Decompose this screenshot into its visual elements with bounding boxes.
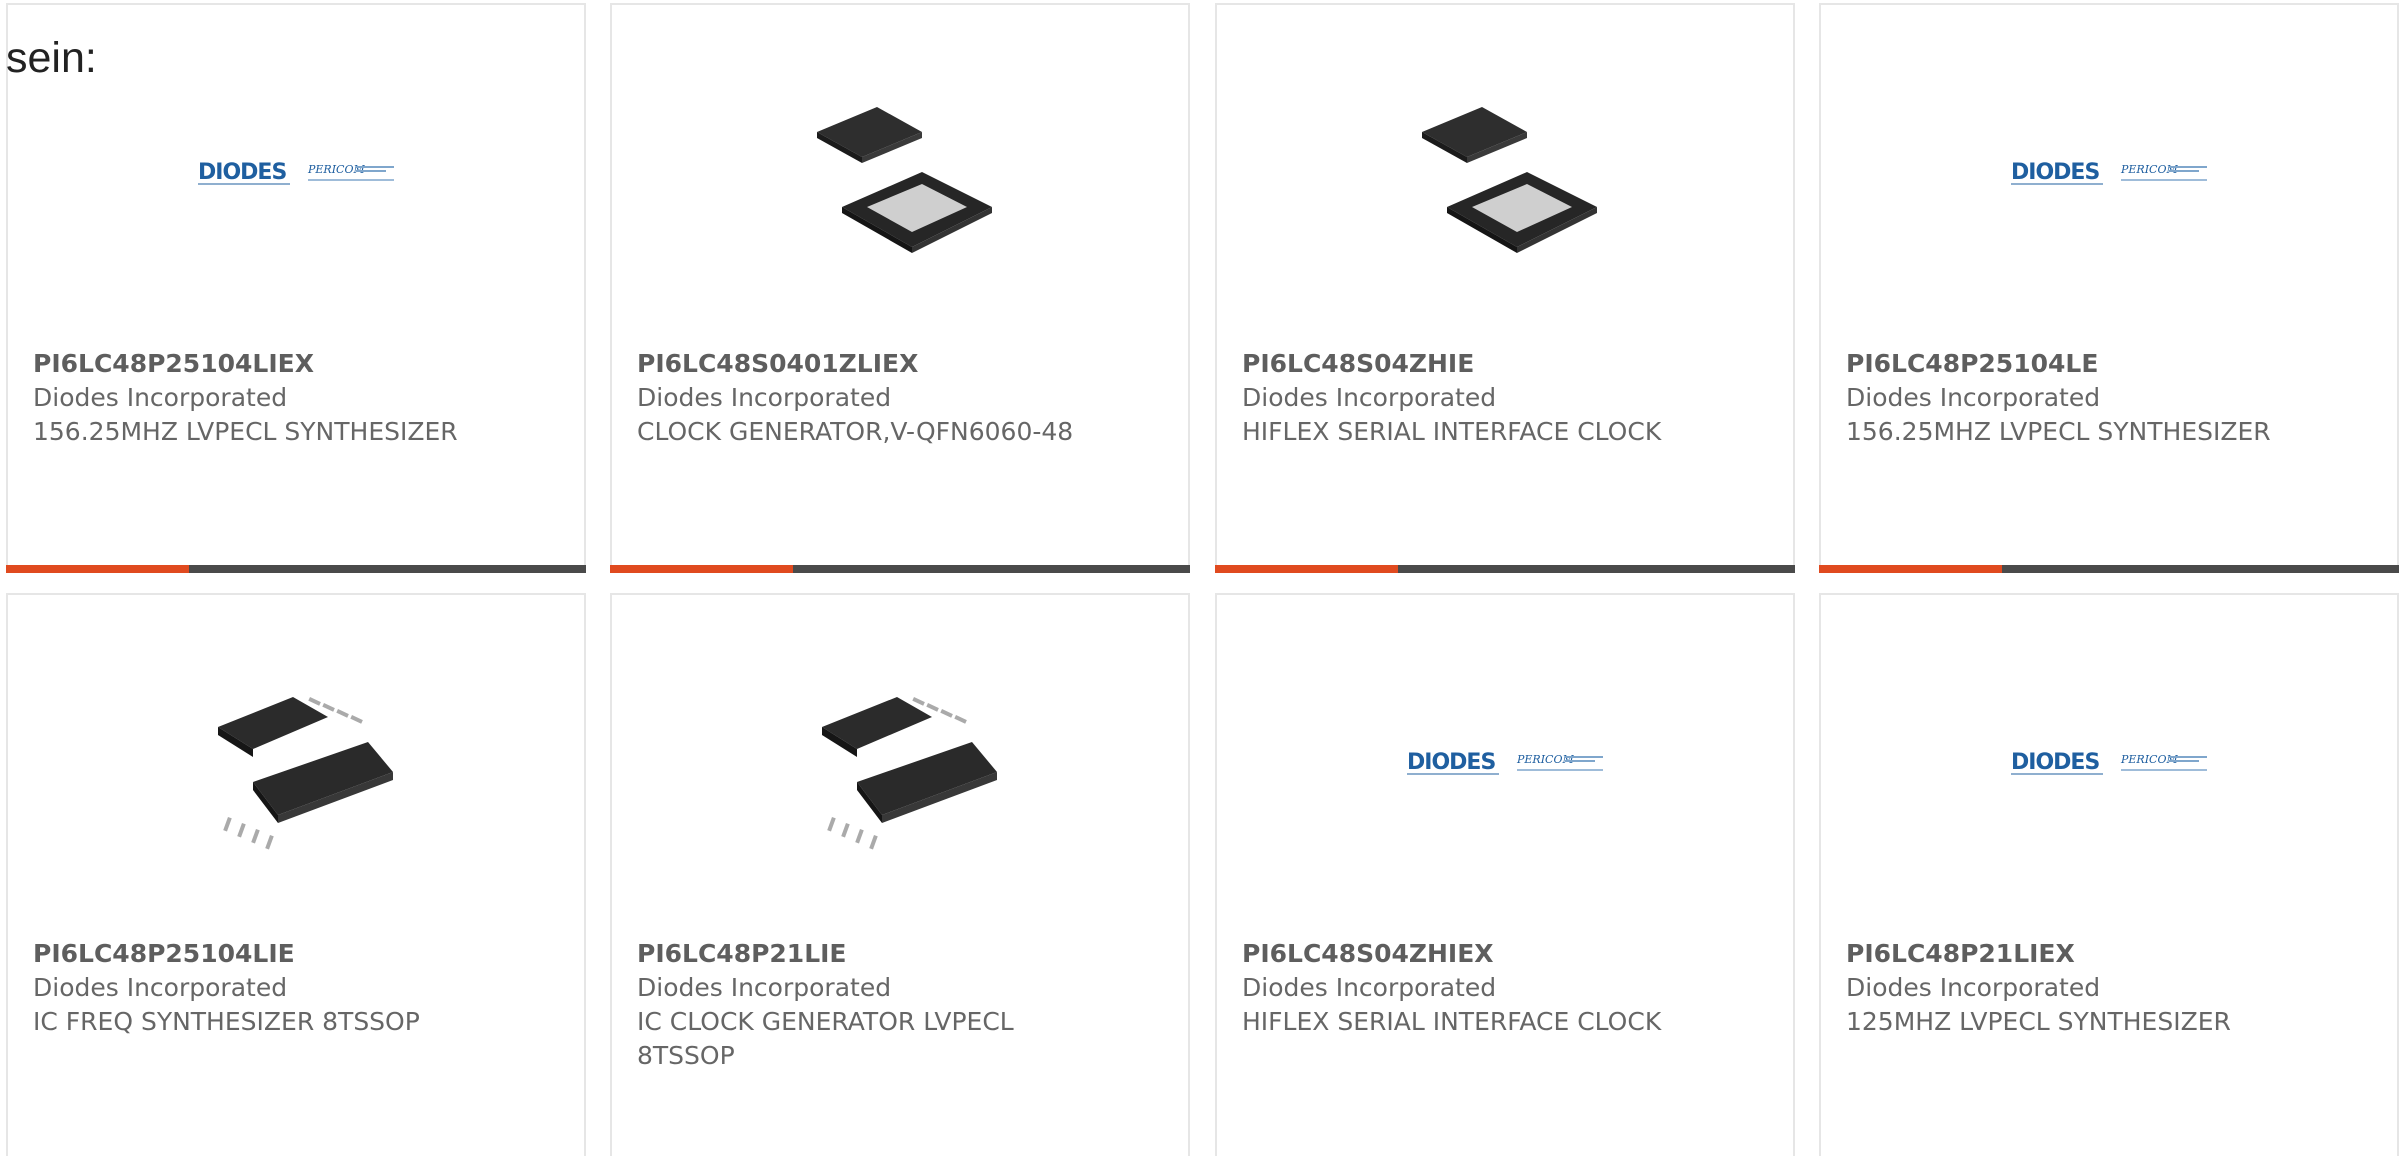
product-image[interactable] xyxy=(198,667,398,867)
manufacturer-name: Diodes Incorporated xyxy=(1242,973,1497,1002)
product-card[interactable]: DIODES PERICOM PI6LC48P25104LE Diodes Inc… xyxy=(1819,3,2399,573)
card-footer-accent xyxy=(610,565,793,573)
product-image[interactable] xyxy=(1407,77,1607,277)
card-footer-accent xyxy=(6,565,189,573)
intro-text: sein: xyxy=(6,34,97,82)
svg-text:PERICOM: PERICOM xyxy=(1516,753,1574,766)
svg-text:PERICOM: PERICOM xyxy=(2120,163,2178,176)
product-card[interactable]: DIODES PERICOM PI6LC48P21LIEX Diodes Inco… xyxy=(1819,593,2399,1156)
card-footer-accent xyxy=(1215,565,1398,573)
manufacturer-name: Diodes Incorporated xyxy=(1846,973,2101,1002)
part-number[interactable]: PI6LC48S0401ZLIEX xyxy=(637,347,1077,381)
manufacturer-logo[interactable]: DIODES PERICOM xyxy=(2011,77,2211,277)
manufacturer-name: Diodes Incorporated xyxy=(1242,383,1497,412)
card-footer-accent xyxy=(1819,565,2002,573)
product-info: PI6LC48S04ZHIEX Diodes Incorporated HIFLEX… xyxy=(1242,937,1682,1039)
product-description: 125MHZ LVPECL SYNTHESIZER xyxy=(1846,1007,2231,1036)
product-description: 156.25MHZ LVPECL SYNTHESIZER xyxy=(1846,417,2271,446)
card-footer-bar xyxy=(610,565,1190,573)
svg-text:DIODES: DIODES xyxy=(2011,750,2099,775)
manufacturer-name: Diodes Incorporated xyxy=(33,383,288,412)
product-description: 156.25MHZ LVPECL SYNTHESIZER xyxy=(33,417,458,446)
product-info: PI6LC48P21LIEX Diodes Incorporated 125MHZ … xyxy=(1846,937,2286,1039)
product-card[interactable]: PI6LC48S0401ZLIEX Diodes Incorporated CLOC… xyxy=(610,3,1190,573)
manufacturer-name: Diodes Incorporated xyxy=(33,973,288,1002)
manufacturer-logo[interactable]: DIODES PERICOM xyxy=(2011,667,2211,867)
product-image[interactable] xyxy=(802,667,1002,867)
product-description: IC CLOCK GENERATOR LVPECL 8TSSOP xyxy=(637,1007,1014,1070)
svg-text:PERICOM: PERICOM xyxy=(307,163,365,176)
product-description: HIFLEX SERIAL INTERFACE CLOCK xyxy=(1242,1007,1662,1036)
part-number[interactable]: PI6LC48P25104LE xyxy=(1846,347,2286,381)
card-footer-bar xyxy=(1215,565,1795,573)
svg-text:DIODES: DIODES xyxy=(198,160,286,185)
svg-text:DIODES: DIODES xyxy=(1407,750,1495,775)
manufacturer-logo[interactable]: DIODES PERICOM xyxy=(1407,667,1607,867)
product-card[interactable]: PI6LC48P25104LIE Diodes Incorporated IC FR… xyxy=(6,593,586,1156)
product-info: PI6LC48P25104LIEX Diodes Incorporated 156.… xyxy=(33,347,473,449)
manufacturer-name: Diodes Incorporated xyxy=(1846,383,2101,412)
card-footer-bar xyxy=(1819,565,2399,573)
product-card[interactable]: PI6LC48S04ZHIE Diodes Incorporated HIFLEX … xyxy=(1215,3,1795,573)
part-number[interactable]: PI6LC48P25104LIEX xyxy=(33,347,473,381)
part-number[interactable]: PI6LC48P25104LIE xyxy=(33,937,473,971)
product-info: PI6LC48P25104LIE Diodes Incorporated IC FR… xyxy=(33,937,473,1039)
manufacturer-name: Diodes Incorporated xyxy=(637,973,892,1002)
product-card[interactable]: PI6LC48P21LIE Diodes Incorporated IC CLOCK… xyxy=(610,593,1190,1156)
part-number[interactable]: PI6LC48P21LIE xyxy=(637,937,1077,971)
product-description: IC FREQ SYNTHESIZER 8TSSOP xyxy=(33,1007,420,1036)
svg-text:PERICOM: PERICOM xyxy=(2120,753,2178,766)
product-card[interactable]: DIODES PERICOM PI6LC48P25104LIEX Diodes I… xyxy=(6,3,586,573)
product-info: PI6LC48P25104LE Diodes Incorporated 156.25… xyxy=(1846,347,2286,449)
product-grid-page: sein: DIODES PERICOM PI6LC48P25104LIEX Di… xyxy=(0,0,2400,1156)
product-card[interactable]: DIODES PERICOM PI6LC48S04ZHIEX Diodes Inc… xyxy=(1215,593,1795,1156)
product-info: PI6LC48P21LIE Diodes Incorporated IC CLOCK… xyxy=(637,937,1077,1073)
part-number[interactable]: PI6LC48S04ZHIE xyxy=(1242,347,1682,381)
manufacturer-logo[interactable]: DIODES PERICOM xyxy=(198,77,398,277)
product-description: HIFLEX SERIAL INTERFACE CLOCK xyxy=(1242,417,1662,446)
part-number[interactable]: PI6LC48P21LIEX xyxy=(1846,937,2286,971)
product-info: PI6LC48S0401ZLIEX Diodes Incorporated CLOC… xyxy=(637,347,1077,449)
svg-text:DIODES: DIODES xyxy=(2011,160,2099,185)
product-image[interactable] xyxy=(802,77,1002,277)
card-footer-bar xyxy=(6,565,586,573)
manufacturer-name: Diodes Incorporated xyxy=(637,383,892,412)
product-info: PI6LC48S04ZHIE Diodes Incorporated HIFLEX … xyxy=(1242,347,1682,449)
part-number[interactable]: PI6LC48S04ZHIEX xyxy=(1242,937,1682,971)
product-description: CLOCK GENERATOR,V-QFN6060-48 xyxy=(637,417,1074,446)
